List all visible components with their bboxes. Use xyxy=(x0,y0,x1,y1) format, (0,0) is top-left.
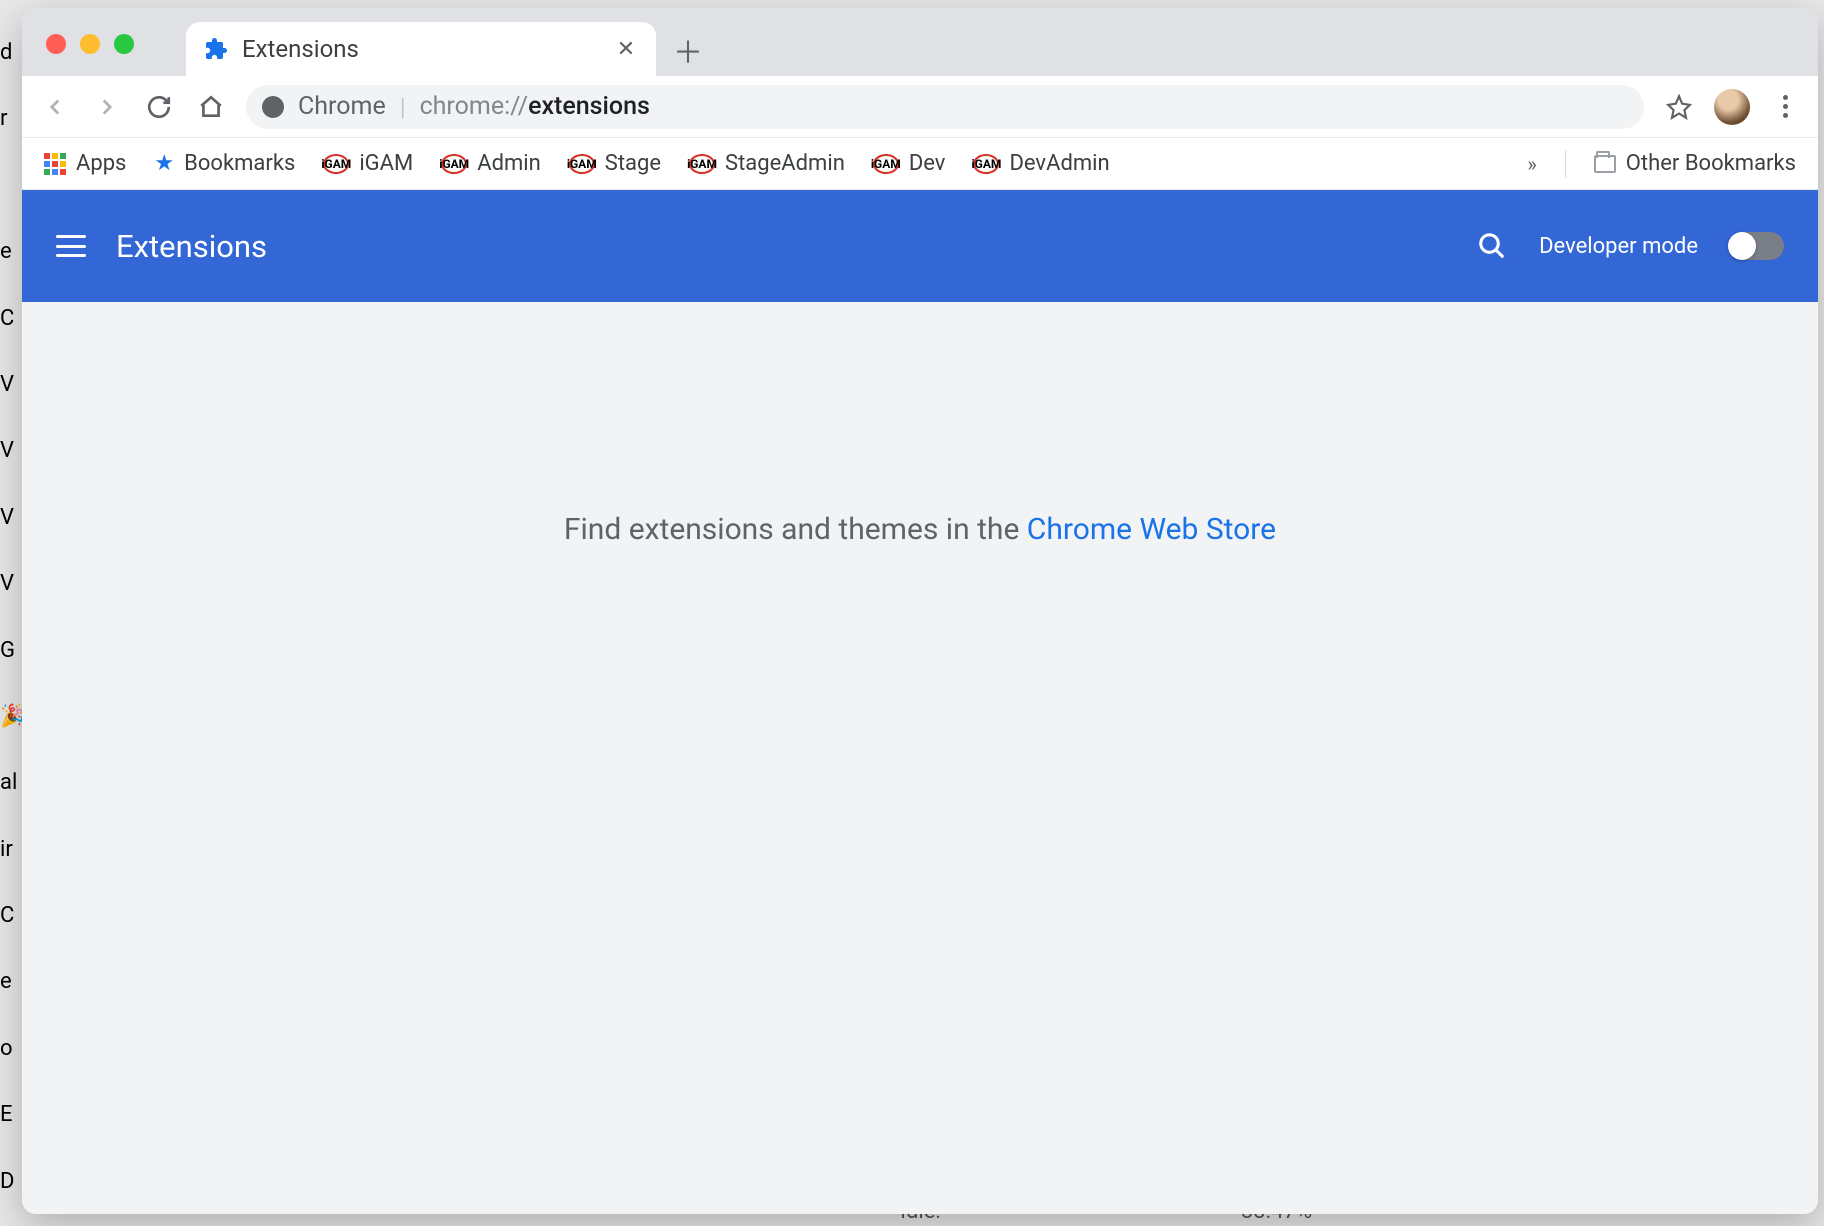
profile-avatar[interactable] xyxy=(1714,89,1750,125)
bookmark-label: Bookmarks xyxy=(184,151,295,176)
new-tab-button[interactable]: ＋ xyxy=(668,30,708,70)
bookmarks-overflow-button[interactable]: » xyxy=(1527,152,1536,176)
folder-icon xyxy=(1594,155,1616,173)
home-button[interactable] xyxy=(194,90,228,124)
bookmark-label: Admin xyxy=(477,151,541,176)
browser-window: Extensions ✕ ＋ Chrome | chrome://extensi… xyxy=(22,8,1818,1214)
minimize-window-button[interactable] xyxy=(80,34,100,54)
toggle-knob xyxy=(1728,232,1756,260)
page-content: Extensions Developer mode Find extension… xyxy=(22,190,1818,1214)
igam-icon: iGAM xyxy=(323,154,349,174)
bookmark-label: Dev xyxy=(909,151,946,176)
bookmark-dev[interactable]: iGAM Dev xyxy=(873,151,946,176)
reload-button[interactable] xyxy=(142,90,176,124)
chrome-logo-icon xyxy=(262,96,284,118)
chrome-web-store-link[interactable]: Chrome Web Store xyxy=(1027,512,1276,547)
divider xyxy=(1565,150,1566,178)
url-prefix: chrome:// xyxy=(420,92,528,121)
close-tab-button[interactable]: ✕ xyxy=(614,37,638,62)
bookmark-label: StageAdmin xyxy=(725,151,845,176)
close-window-button[interactable] xyxy=(46,34,66,54)
window-controls xyxy=(46,34,134,54)
menu-button[interactable] xyxy=(56,235,86,257)
developer-mode-label: Developer mode xyxy=(1539,234,1698,259)
igam-icon: iGAM xyxy=(873,154,899,174)
address-bar[interactable]: Chrome | chrome://extensions xyxy=(246,85,1644,129)
bookmark-stage[interactable]: iGAM Stage xyxy=(569,151,661,176)
igam-icon: iGAM xyxy=(569,154,595,174)
bookmark-label: Stage xyxy=(605,151,661,176)
back-button[interactable] xyxy=(38,90,72,124)
developer-mode-toggle[interactable] xyxy=(1728,232,1784,260)
bookmark-label: DevAdmin xyxy=(1009,151,1109,176)
toolbar: Chrome | chrome://extensions xyxy=(22,76,1818,138)
apps-icon xyxy=(44,153,66,175)
tab-title: Extensions xyxy=(242,35,600,63)
chrome-menu-button[interactable] xyxy=(1768,90,1802,124)
other-bookmarks[interactable]: Other Bookmarks xyxy=(1594,151,1796,176)
bookmark-star-button[interactable] xyxy=(1662,90,1696,124)
page-title: Extensions xyxy=(116,228,1445,265)
igam-icon: iGAM xyxy=(441,154,467,174)
bookmark-admin[interactable]: iGAM Admin xyxy=(441,151,541,176)
bookmark-label: iGAM xyxy=(359,151,413,176)
bookmark-devadmin[interactable]: iGAM DevAdmin xyxy=(973,151,1109,176)
extensions-header: Extensions Developer mode xyxy=(22,190,1818,302)
bookmark-bookmarks[interactable]: ★ Bookmarks xyxy=(154,151,295,176)
igam-icon: iGAM xyxy=(973,154,999,174)
igam-icon: iGAM xyxy=(689,154,715,174)
bookmark-igam[interactable]: iGAM iGAM xyxy=(323,151,413,176)
bookmark-stageadmin[interactable]: iGAM StageAdmin xyxy=(689,151,845,176)
extension-icon xyxy=(204,37,228,61)
apps-label: Apps xyxy=(76,151,126,176)
omnibox-chip: Chrome xyxy=(298,92,386,121)
star-icon: ★ xyxy=(154,151,174,176)
bookmarks-bar: Apps ★ Bookmarks iGAM iGAM iGAM Admin iG… xyxy=(22,138,1818,190)
omnibox-separator: | xyxy=(400,93,406,121)
tab-strip: Extensions ✕ ＋ xyxy=(22,8,1818,76)
forward-button[interactable] xyxy=(90,90,124,124)
omnibox-url: chrome://extensions xyxy=(420,92,650,121)
empty-text: Find extensions and themes in the xyxy=(564,512,1027,547)
other-bookmarks-label: Other Bookmarks xyxy=(1626,151,1796,176)
search-button[interactable] xyxy=(1475,229,1509,263)
apps-shortcut[interactable]: Apps xyxy=(44,151,126,176)
extensions-empty-state: Find extensions and themes in the Chrome… xyxy=(22,302,1818,1214)
url-highlight: extensions xyxy=(528,92,650,121)
browser-tab[interactable]: Extensions ✕ xyxy=(186,22,656,76)
maximize-window-button[interactable] xyxy=(114,34,134,54)
empty-message: Find extensions and themes in the Chrome… xyxy=(564,512,1276,547)
